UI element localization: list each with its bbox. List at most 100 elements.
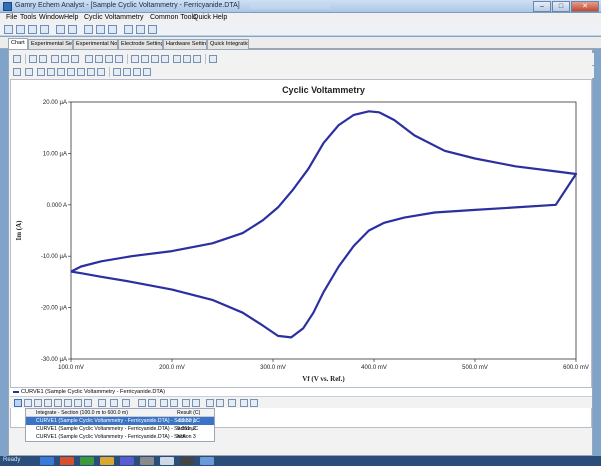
- unlock-icon[interactable]: [250, 399, 258, 407]
- pointer-icon[interactable]: [14, 399, 22, 407]
- line-color-icon[interactable]: [110, 399, 118, 407]
- send-back-icon[interactable]: [148, 399, 156, 407]
- menu-quick-help[interactable]: Quick Help: [193, 14, 227, 21]
- chart-area[interactable]: Cyclic Voltammetry 20.00 µA 10.00 µA 0.000 …: [10, 79, 592, 428]
- axis-icon[interactable]: [29, 55, 37, 63]
- select-icon[interactable]: [13, 55, 21, 63]
- tab-hardware-settings[interactable]: Hardware Settings: [163, 39, 207, 49]
- bring-front-icon[interactable]: [138, 399, 146, 407]
- arrow-icon[interactable]: [54, 399, 62, 407]
- freehand-icon[interactable]: [84, 399, 92, 407]
- fill-color-icon[interactable]: [98, 399, 106, 407]
- menu-cyclic-voltammetry[interactable]: Cyclic Voltammetry: [84, 14, 144, 21]
- results-row[interactable]: CURVE1 (Sample Cyclic Voltammetry - Ferr…: [26, 425, 214, 433]
- refresh-icon[interactable]: [124, 25, 133, 34]
- view-1-icon[interactable]: [85, 55, 93, 63]
- menu-file[interactable]: File: [6, 14, 17, 21]
- tab-quick-integration[interactable]: Quick Integration: [207, 39, 249, 49]
- tab-experimental-setup[interactable]: Experimental Setup: [28, 39, 73, 49]
- rotate-icon[interactable]: [206, 399, 214, 407]
- save-chart-icon[interactable]: [123, 68, 131, 76]
- copy-chart-icon[interactable]: [13, 68, 21, 76]
- window-cascade-icon[interactable]: [84, 25, 93, 34]
- points-icon[interactable]: [77, 68, 85, 76]
- line-icon[interactable]: [44, 399, 52, 407]
- crosshair-icon[interactable]: [141, 55, 149, 63]
- distribute-icon[interactable]: [192, 399, 200, 407]
- align-icon[interactable]: [182, 399, 190, 407]
- taskbar-app-icon[interactable]: [180, 457, 194, 465]
- taskbar-app-icon[interactable]: [160, 457, 174, 465]
- help-icon[interactable]: [136, 25, 145, 34]
- taskbar-app-icon[interactable]: [200, 457, 214, 465]
- note-icon[interactable]: [57, 68, 65, 76]
- paste-icon[interactable]: [68, 25, 77, 34]
- fit-icon[interactable]: [193, 55, 201, 63]
- minimize-button[interactable]: –: [533, 1, 551, 12]
- flip-icon[interactable]: [216, 399, 224, 407]
- zoom-out-icon[interactable]: [183, 55, 191, 63]
- taskbar-app-icon[interactable]: [100, 457, 114, 465]
- scale-icon[interactable]: [25, 68, 33, 76]
- results-row-value: 9.661 µC: [177, 426, 199, 432]
- ungroup-icon[interactable]: [170, 399, 178, 407]
- save-icon[interactable]: [16, 25, 25, 34]
- window-tile-icon[interactable]: [96, 25, 105, 34]
- rectangle-icon[interactable]: [24, 399, 32, 407]
- ellipse-icon[interactable]: [34, 399, 42, 407]
- copy-icon[interactable]: [56, 25, 65, 34]
- layers-icon[interactable]: [228, 399, 236, 407]
- data-icon[interactable]: [87, 68, 95, 76]
- log-scale-icon[interactable]: [61, 55, 69, 63]
- polyline-icon[interactable]: [64, 399, 72, 407]
- toolbar-separator: [127, 54, 128, 64]
- maximize-button[interactable]: □: [552, 1, 570, 12]
- menu-window[interactable]: Window: [39, 14, 64, 21]
- dropdown-icon[interactable]: [39, 55, 47, 63]
- taskbar-app-icon[interactable]: [120, 457, 134, 465]
- view-4-icon[interactable]: [115, 55, 123, 63]
- cv-chart: Cyclic Voltammetry 20.00 µA 10.00 µA 0.000 …: [15, 85, 589, 383]
- line-style-icon[interactable]: [122, 399, 130, 407]
- view-3-icon[interactable]: [105, 55, 113, 63]
- print-icon[interactable]: [40, 25, 49, 34]
- zoom-in-icon[interactable]: [173, 55, 181, 63]
- taskbar-app-icon[interactable]: [60, 457, 74, 465]
- y-tick-label: 10.00 µA: [43, 151, 67, 157]
- taskbar-app-icon[interactable]: [140, 457, 154, 465]
- print-chart-icon[interactable]: [131, 55, 139, 63]
- view-2-icon[interactable]: [95, 55, 103, 63]
- options-icon[interactable]: [143, 68, 151, 76]
- pan-icon[interactable]: [209, 55, 217, 63]
- menu-help[interactable]: Help: [64, 14, 78, 21]
- refresh-chart-icon[interactable]: [133, 68, 141, 76]
- taskbar-app-icon[interactable]: [40, 457, 54, 465]
- status-text: Ready: [3, 457, 21, 463]
- lock-icon[interactable]: [240, 399, 248, 407]
- taskbar-app-icon[interactable]: [80, 457, 94, 465]
- cursor-icon[interactable]: [151, 55, 159, 63]
- menu-tools[interactable]: Tools: [20, 14, 36, 21]
- text-tool-icon[interactable]: [74, 399, 82, 407]
- tab-electrode-settings[interactable]: Electrode Settings: [118, 39, 163, 49]
- open-icon[interactable]: [4, 25, 13, 34]
- results-row[interactable]: CURVE1 (Sample Cyclic Voltammetry - Ferr…: [26, 433, 214, 441]
- close-button[interactable]: ✕: [571, 1, 599, 12]
- results-row-value: -59.50 µC: [177, 418, 200, 424]
- tab-experimental-notes[interactable]: Experimental Notes: [73, 39, 118, 49]
- app-icon: [3, 2, 12, 11]
- zoom-icon[interactable]: [71, 55, 79, 63]
- edit-icon[interactable]: [37, 68, 45, 76]
- window-arrange-icon[interactable]: [108, 25, 117, 34]
- menu-common-tools[interactable]: Common Tools: [150, 14, 197, 21]
- export-icon[interactable]: [113, 68, 121, 76]
- group-icon[interactable]: [160, 399, 168, 407]
- chart-icon[interactable]: [28, 25, 37, 34]
- results-row[interactable]: CURVE1 (Sample Cyclic Voltammetry - Ferr…: [26, 417, 214, 425]
- curve-icon[interactable]: [67, 68, 75, 76]
- settings-icon[interactable]: [148, 25, 157, 34]
- properties-icon[interactable]: [97, 68, 105, 76]
- text-icon[interactable]: [47, 68, 55, 76]
- grid-icon[interactable]: [161, 55, 169, 63]
- linear-scale-icon[interactable]: [51, 55, 59, 63]
